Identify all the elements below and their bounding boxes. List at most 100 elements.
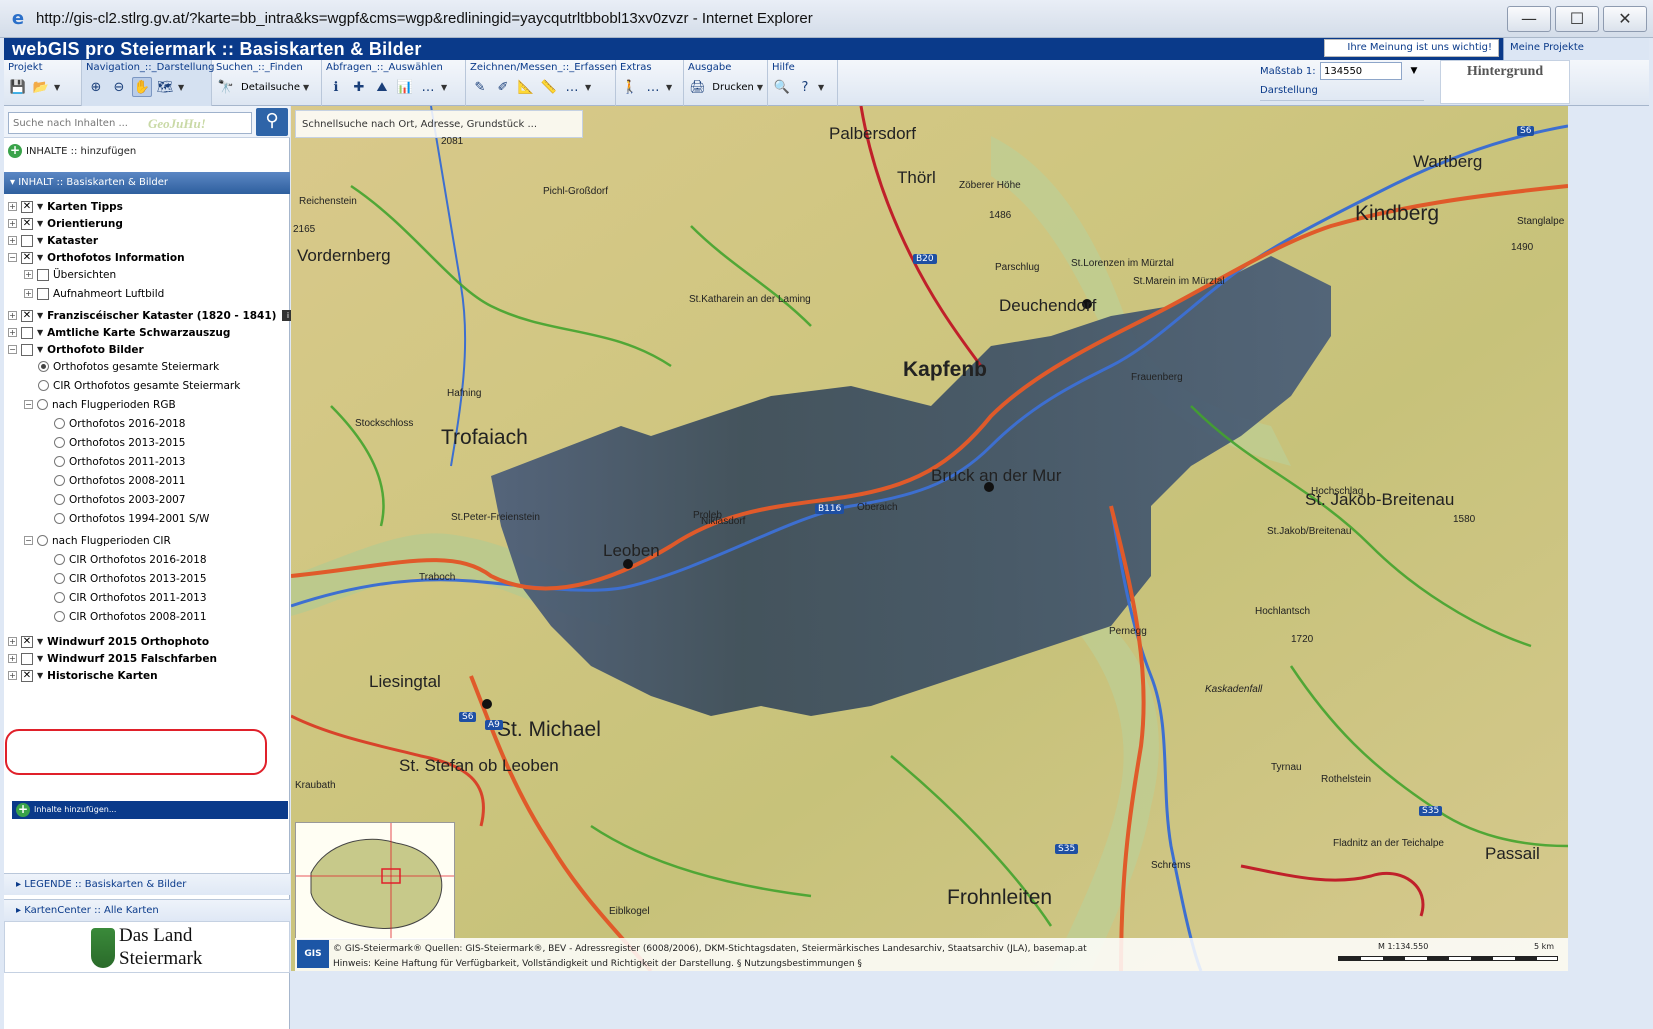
legend-section-header[interactable]: ▸ LEGENDE :: Basiskarten & Bilder [4,873,290,895]
layer-radio[interactable] [54,418,65,429]
overview-map[interactable] [295,822,455,940]
layer-radio[interactable] [54,494,65,505]
binoculars-icon[interactable]: 🔭 [216,77,236,97]
expand-icon[interactable]: + [8,328,17,337]
content-section-header[interactable]: ▾ INHALT :: Basiskarten & Bilder [4,172,290,194]
layer-checkbox[interactable] [37,268,49,281]
print-button[interactable]: Drucken [710,82,754,93]
layer-menu-icon[interactable]: ▼ [37,202,43,211]
full-extent-icon[interactable]: 🗺 [155,77,175,97]
layer-tree-item[interactable]: − nach Flugperioden CIR [24,532,171,549]
close-button[interactable]: ✕ [1603,6,1647,32]
layer-checkbox[interactable]: ✕ [21,309,33,322]
add-contents-bar[interactable]: + Inhalte hinzufügen... [12,801,288,819]
layer-tree-item[interactable]: + ✕ ▼ Karten Tipps [8,198,123,215]
layer-checkbox[interactable] [21,234,33,247]
layer-radio[interactable] [54,475,65,486]
streetview-person-icon[interactable]: 🚶 [620,77,640,97]
layer-checkbox[interactable]: ✕ [21,251,33,264]
layer-checkbox[interactable]: ✕ [21,635,33,648]
height-profile-icon[interactable]: ⛰ [372,77,392,97]
chevron-down-icon[interactable]: ▼ [178,83,184,92]
layer-tree-item[interactable]: Orthofotos 2003-2007 [54,491,185,508]
layer-radio[interactable] [38,361,49,372]
darstellung-dropdown[interactable]: Darstellung [1260,85,1424,101]
help-icon[interactable]: ? [795,77,815,97]
chevron-down-icon[interactable]: ▼ [818,83,824,92]
layer-tree-item[interactable]: + ✕ ▼ Windwurf 2015 Orthophoto [8,633,209,650]
layer-checkbox[interactable] [21,652,33,665]
expand-icon[interactable]: + [24,289,33,298]
layer-tree-item[interactable]: Orthofotos 1994-2001 S/W [54,510,209,527]
chevron-down-icon[interactable]: ▼ [1406,62,1422,80]
chevron-down-icon[interactable]: ▼ [54,83,60,92]
layer-tree-item[interactable]: + ▼ Amtliche Karte Schwarzauszug [8,324,230,341]
das-land-steiermark-logo[interactable]: Das Land Steiermark [4,921,290,973]
layer-tree-item[interactable]: + ▼ Kataster [8,232,98,249]
expand-icon[interactable]: + [8,637,17,646]
measure-distance-icon[interactable]: 📏 [539,77,559,97]
content-search-input[interactable] [8,112,252,134]
chevron-down-icon[interactable]: ▼ [666,83,672,92]
collapse-icon[interactable]: − [24,536,33,545]
print-icon[interactable]: 🖨 [688,77,707,97]
expand-icon[interactable]: + [8,654,17,663]
collapse-icon[interactable]: − [24,400,33,409]
expand-icon[interactable]: + [8,311,17,320]
expand-icon[interactable]: + [24,270,33,279]
detail-search-button[interactable]: Detailsuche [239,82,300,93]
chevron-down-icon[interactable]: ▼ [441,83,447,92]
more-icon[interactable]: … [643,77,663,97]
more-icon[interactable]: … [418,77,438,97]
layer-tree-item[interactable]: Orthofotos gesamte Steiermark [38,358,219,375]
search-button[interactable]: ⚲ [256,108,288,136]
layer-tree-item[interactable]: CIR Orthofotos 2013-2015 [54,570,207,587]
layer-tree-item[interactable]: Orthofotos 2011-2013 [54,453,185,470]
layer-tree-item[interactable]: CIR Orthofotos 2016-2018 [54,551,207,568]
layer-menu-icon[interactable]: ▼ [37,671,43,680]
layer-tree-item[interactable]: + Übersichten [24,266,116,283]
layer-checkbox[interactable]: ✕ [21,669,33,682]
layer-radio[interactable] [54,456,65,467]
layer-menu-icon[interactable]: ▼ [37,637,43,646]
layer-menu-icon[interactable]: ▼ [37,654,43,663]
layer-tree-item[interactable]: CIR Orthofotos gesamte Steiermark [38,377,240,394]
layer-radio[interactable] [37,535,48,546]
layer-radio[interactable] [54,611,65,622]
chevron-down-icon[interactable]: ▼ [585,83,591,92]
layer-checkbox[interactable] [37,287,49,300]
layer-radio[interactable] [54,592,65,603]
layer-checkbox[interactable]: ✕ [21,217,33,230]
layer-radio[interactable] [54,437,65,448]
layer-checkbox[interactable] [21,343,33,356]
info-icon[interactable]: ℹ [326,77,346,97]
zoom-out-icon[interactable]: ⊖ [109,77,129,97]
chart-icon[interactable]: 📊 [395,77,415,97]
more-icon[interactable]: … [562,77,582,97]
maximize-button[interactable]: ☐ [1555,6,1599,32]
expand-icon[interactable]: + [8,236,17,245]
chevron-down-icon[interactable]: ▼ [757,83,763,92]
layer-tree-item[interactable]: − nach Flugperioden RGB [24,396,176,413]
map-view[interactable]: Schnellsuche nach Ort, Adresse, Grundstü… [291,106,1568,971]
measure-angle-icon[interactable]: 📐 [516,77,536,97]
coordinate-icon[interactable]: ✚ [349,77,369,97]
zoom-in-icon[interactable]: ⊕ [86,77,106,97]
layer-tree-item[interactable]: Orthofotos 2008-2011 [54,472,185,489]
background-map-button[interactable]: Hintergrund [1440,60,1570,104]
redlining-icon[interactable]: ✐ [493,77,513,97]
expand-icon[interactable]: + [8,671,17,680]
layer-tree-item[interactable]: + ✕ ▼ Orientierung [8,215,123,232]
layer-radio[interactable] [54,573,65,584]
layer-tree-item[interactable]: − ✕ ▼ Orthofotos Information [8,249,185,266]
layer-tree-item[interactable]: − ▼ Orthofoto Bilder [8,341,144,358]
layer-checkbox[interactable]: ✕ [21,200,33,213]
layer-menu-icon[interactable]: ▼ [37,345,43,354]
layer-tree-item[interactable]: + ▼ Windwurf 2015 Falschfarben [8,650,217,667]
save-icon[interactable]: 💾 [8,77,28,97]
layer-tree-item[interactable]: Orthofotos 2016-2018 [54,415,185,432]
layer-checkbox[interactable] [21,326,33,339]
layer-menu-icon[interactable]: ▼ [37,311,43,320]
layer-tree-item[interactable]: + Aufnahmeort Luftbild [24,285,164,302]
pan-hand-icon[interactable]: ✋ [132,77,152,97]
